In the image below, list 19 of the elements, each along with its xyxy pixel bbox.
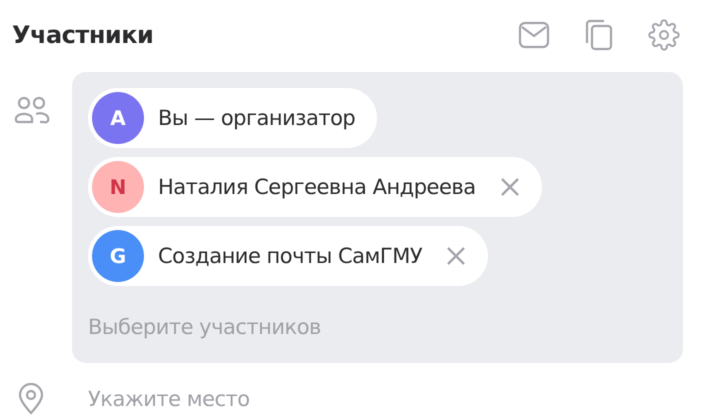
participants-placeholder: Выберите участников (88, 315, 321, 339)
section-title: Участники (12, 21, 154, 49)
participant-chip[interactable]: A Вы — организатор (88, 88, 378, 148)
mail-icon[interactable] (518, 21, 550, 49)
participants-field[interactable]: A Вы — организатор N Наталия Сергеевна Андреева G Создание почты СамГМУ Выберите участников (72, 72, 683, 363)
participant-chip[interactable]: N Наталия Сергеевна Андреева (88, 157, 542, 217)
close-icon[interactable] (500, 177, 520, 197)
participant-name: Вы — организатор (158, 106, 356, 130)
settings-icon[interactable] (648, 19, 680, 51)
location-pin-icon (18, 383, 44, 415)
copy-icon[interactable] (584, 19, 614, 51)
participant-name: Создание почты СамГМУ (158, 244, 422, 268)
avatar: A (92, 92, 144, 144)
people-icon (14, 96, 50, 124)
close-icon[interactable] (446, 246, 466, 266)
participant-chip[interactable]: G Создание почты СамГМУ (88, 226, 488, 286)
avatar: G (92, 230, 144, 282)
avatar: N (92, 161, 144, 213)
participant-name: Наталия Сергеевна Андреева (158, 175, 476, 199)
